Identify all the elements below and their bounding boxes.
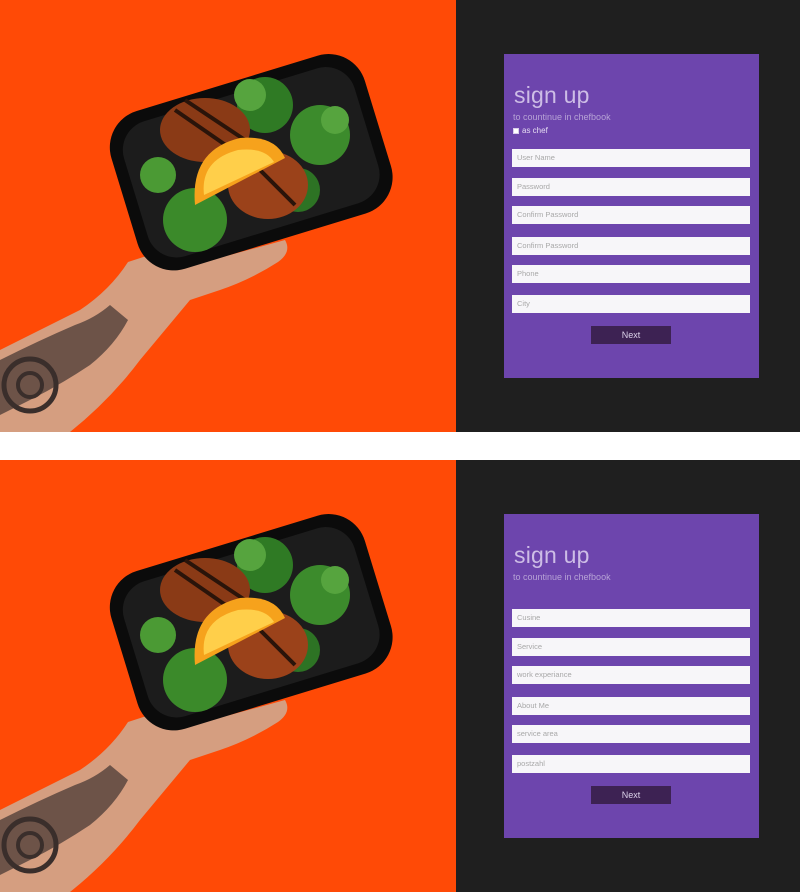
form-background-panel: sign up to countinue in chefbook Cusine … [456,460,800,892]
page-subtitle: to countinue in chefbook [513,572,611,582]
page-subtitle: to countinue in chefbook [513,112,611,122]
food-bowl-image [0,514,393,892]
service-area-field[interactable]: service area [512,725,750,743]
password-field[interactable]: Password [512,178,750,196]
signup-screen-step-2: sign up to countinue in chefbook Cusine … [0,460,800,892]
confirm-password-field-2[interactable]: Confirm Password [512,237,750,255]
form-background-panel: sign up to countinue in chefbook as chef… [456,0,800,432]
next-button[interactable]: Next [591,326,671,344]
postzahl-field[interactable]: postzahl [512,755,750,773]
page-title: sign up [514,542,590,568]
phone-field[interactable]: Phone [512,265,750,283]
next-button[interactable]: Next [591,786,671,804]
signup-card: sign up to countinue in chefbook as chef… [504,54,759,378]
food-photo-panel [0,460,456,892]
work-experience-field[interactable]: work experiance [512,666,750,684]
about-me-field[interactable]: About Me [512,697,750,715]
as-chef-checkbox-row[interactable]: as chef [513,126,548,135]
as-chef-label: as chef [522,126,548,135]
cuisine-field[interactable]: Cusine [512,609,750,627]
service-field[interactable]: Service [512,638,750,656]
signup-screen-step-1: sign up to countinue in chefbook as chef… [0,0,800,432]
username-field[interactable]: User Name [512,149,750,167]
as-chef-checkbox[interactable] [513,127,519,134]
signup-card: sign up to countinue in chefbook Cusine … [504,514,759,838]
page-title: sign up [514,82,590,108]
food-bowl-image [0,54,393,432]
confirm-password-field[interactable]: Confirm Password [512,206,750,224]
city-field[interactable]: City [512,295,750,313]
food-photo-panel [0,0,456,432]
